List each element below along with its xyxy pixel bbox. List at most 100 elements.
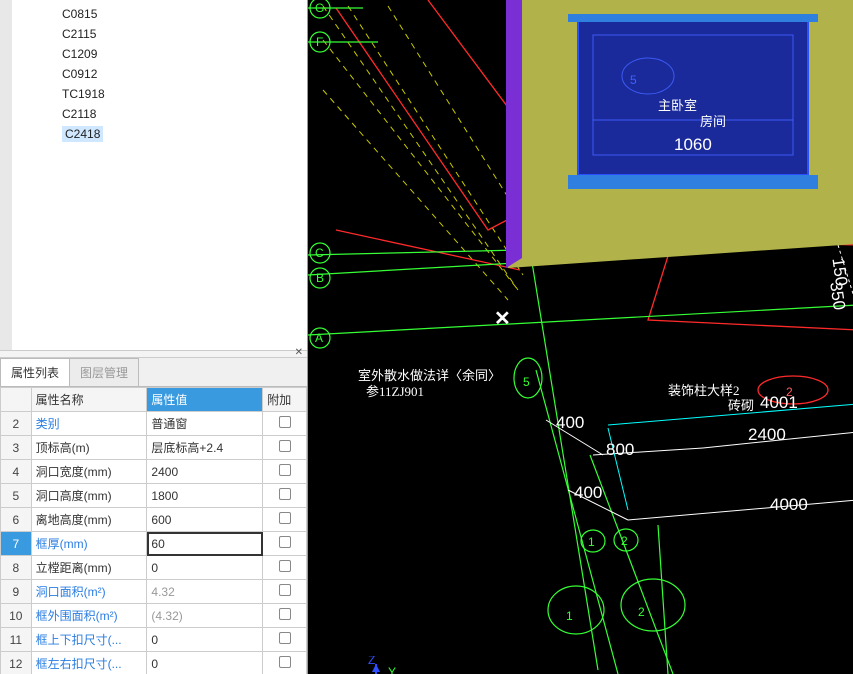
row-number: 7 bbox=[1, 532, 32, 556]
prop-addon[interactable] bbox=[263, 484, 307, 508]
prop-value[interactable]: 1800 bbox=[147, 484, 263, 508]
prop-name: 框外围面积(m²) bbox=[31, 604, 147, 628]
svg-text:B: B bbox=[316, 271, 324, 285]
prop-name: 框厚(mm) bbox=[31, 532, 147, 556]
svg-text:参11ZJ901: 参11ZJ901 bbox=[366, 384, 424, 399]
checkbox-icon[interactable] bbox=[279, 560, 291, 572]
prop-addon[interactable] bbox=[263, 508, 307, 532]
tree-item[interactable]: C0815 bbox=[12, 4, 307, 24]
row-number: 11 bbox=[1, 628, 32, 652]
prop-name: 洞口面积(m²) bbox=[31, 580, 147, 604]
property-grid[interactable]: 属性名称 属性值 附加 2类别普通窗3顶标高(m)层底标高+2.44洞口宽度(m… bbox=[0, 387, 307, 674]
svg-text:G: G bbox=[315, 1, 324, 15]
table-row[interactable]: 7框厚(mm)60 bbox=[1, 532, 307, 556]
tree-item-selected[interactable]: C2418 bbox=[12, 124, 307, 144]
checkbox-icon[interactable] bbox=[279, 416, 291, 428]
checkbox-icon[interactable] bbox=[279, 512, 291, 524]
svg-text:400: 400 bbox=[574, 483, 602, 502]
prop-value[interactable]: 0 bbox=[147, 556, 263, 580]
table-row[interactable]: 5洞口高度(mm)1800 bbox=[1, 484, 307, 508]
table-row[interactable]: 2类别普通窗 bbox=[1, 412, 307, 436]
prop-addon[interactable] bbox=[263, 436, 307, 460]
row-number: 10 bbox=[1, 604, 32, 628]
prop-value[interactable]: 600 bbox=[147, 508, 263, 532]
table-row[interactable]: 3顶标高(m)层底标高+2.4 bbox=[1, 436, 307, 460]
prop-name: 离地高度(mm) bbox=[31, 508, 147, 532]
component-tree[interactable]: C0815 C2115 C1209 C0912 TC1918 C2118 C24… bbox=[0, 0, 307, 350]
tree-item[interactable]: C0912 bbox=[12, 64, 307, 84]
prop-addon[interactable] bbox=[263, 532, 307, 556]
table-row[interactable]: 9洞口面积(m²)4.32 bbox=[1, 580, 307, 604]
tree-item[interactable]: C2115 bbox=[12, 24, 307, 44]
prop-value[interactable]: 层底标高+2.4 bbox=[147, 436, 263, 460]
prop-name: 顶标高(m) bbox=[31, 436, 147, 460]
svg-text:主卧室: 主卧室 bbox=[658, 98, 697, 113]
checkbox-icon[interactable] bbox=[279, 584, 291, 596]
svg-text:1: 1 bbox=[566, 609, 573, 623]
checkbox-icon[interactable] bbox=[279, 464, 291, 476]
col-rownum bbox=[1, 388, 32, 412]
row-number: 4 bbox=[1, 460, 32, 484]
prop-addon[interactable] bbox=[263, 604, 307, 628]
crosshair-cursor-icon: ✕ bbox=[494, 306, 511, 331]
prop-value[interactable]: 2400 bbox=[147, 460, 263, 484]
panel-close-icon[interactable]: ✕ bbox=[295, 347, 303, 358]
left-panel: C0815 C2115 C1209 C0912 TC1918 C2118 C24… bbox=[0, 0, 308, 674]
prop-value[interactable]: (4.32) bbox=[147, 604, 263, 628]
row-number: 5 bbox=[1, 484, 32, 508]
svg-text:房间: 房间 bbox=[700, 114, 726, 129]
row-number: 12 bbox=[1, 652, 32, 674]
prop-name: 框上下扣尺寸(... bbox=[31, 628, 147, 652]
row-number: 9 bbox=[1, 580, 32, 604]
svg-text:1060: 1060 bbox=[674, 135, 712, 154]
row-number: 3 bbox=[1, 436, 32, 460]
prop-name: 立樘距离(mm) bbox=[31, 556, 147, 580]
table-row[interactable]: 12框左右扣尺寸(...0 bbox=[1, 652, 307, 674]
svg-text:装饰柱大样2: 装饰柱大样2 bbox=[668, 383, 740, 398]
row-number: 6 bbox=[1, 508, 32, 532]
prop-addon[interactable] bbox=[263, 628, 307, 652]
prop-value[interactable]: 60 bbox=[147, 532, 263, 556]
tree-item[interactable]: C1209 bbox=[12, 44, 307, 64]
row-number: 2 bbox=[1, 412, 32, 436]
table-row[interactable]: 4洞口宽度(mm)2400 bbox=[1, 460, 307, 484]
prop-value[interactable]: 普通窗 bbox=[147, 412, 263, 436]
svg-text:F: F bbox=[316, 35, 323, 49]
3d-viewport[interactable]: G F C B A 5 1 2 1 2 2 5 室外散水做法详〈余同〉 参11Z… bbox=[308, 0, 853, 674]
panel-tabs: 属性列表 图层管理 bbox=[0, 358, 307, 387]
tree-item[interactable]: TC1918 bbox=[12, 84, 307, 104]
prop-name: 洞口高度(mm) bbox=[31, 484, 147, 508]
tab-layers[interactable]: 图层管理 bbox=[69, 358, 139, 386]
panel-splitter[interactable]: ✕ bbox=[0, 350, 307, 358]
table-row[interactable]: 11框上下扣尺寸(...0 bbox=[1, 628, 307, 652]
svg-text:2400: 2400 bbox=[748, 425, 786, 444]
prop-value[interactable]: 0 bbox=[147, 628, 263, 652]
svg-text:4000: 4000 bbox=[770, 495, 808, 514]
table-row[interactable]: 10框外围面积(m²)(4.32) bbox=[1, 604, 307, 628]
prop-addon[interactable] bbox=[263, 460, 307, 484]
checkbox-icon[interactable] bbox=[279, 488, 291, 500]
prop-addon[interactable] bbox=[263, 412, 307, 436]
prop-addon[interactable] bbox=[263, 652, 307, 674]
row-number: 8 bbox=[1, 556, 32, 580]
svg-text:2: 2 bbox=[621, 534, 628, 548]
prop-value[interactable]: 4.32 bbox=[147, 580, 263, 604]
tab-properties[interactable]: 属性列表 bbox=[0, 358, 70, 386]
prop-addon[interactable] bbox=[263, 556, 307, 580]
prop-value[interactable]: 0 bbox=[147, 652, 263, 674]
col-name: 属性名称 bbox=[31, 388, 147, 412]
checkbox-icon[interactable] bbox=[279, 440, 291, 452]
col-add: 附加 bbox=[263, 388, 307, 412]
svg-text:Z: Z bbox=[368, 656, 375, 667]
table-row[interactable]: 8立樘距离(mm)0 bbox=[1, 556, 307, 580]
checkbox-icon[interactable] bbox=[279, 656, 291, 668]
checkbox-icon[interactable] bbox=[279, 632, 291, 644]
tree-item[interactable]: C2118 bbox=[12, 104, 307, 124]
prop-name: 类别 bbox=[31, 412, 147, 436]
svg-text:1: 1 bbox=[588, 535, 595, 549]
checkbox-icon[interactable] bbox=[279, 608, 291, 620]
checkbox-icon[interactable] bbox=[279, 536, 291, 548]
table-row[interactable]: 6离地高度(mm)600 bbox=[1, 508, 307, 532]
prop-addon[interactable] bbox=[263, 580, 307, 604]
prop-name: 框左右扣尺寸(... bbox=[31, 652, 147, 674]
